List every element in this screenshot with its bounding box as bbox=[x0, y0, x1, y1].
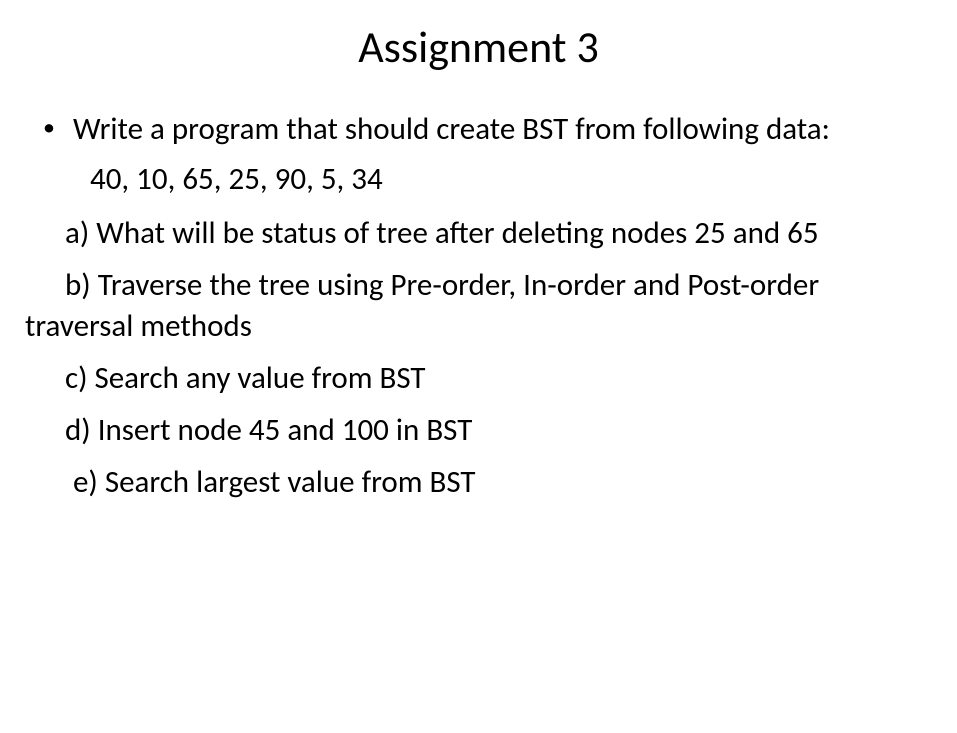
item-a: a) What will be status of tree after del… bbox=[25, 213, 932, 255]
item-b-text: b) Traverse the tree using Pre-order, In… bbox=[25, 265, 932, 349]
slide-content: • Write a program that should create BST… bbox=[25, 109, 932, 504]
item-c: c) Search any value from BST bbox=[65, 358, 932, 400]
main-prompt-text: Write a program that should create BST f… bbox=[73, 109, 932, 151]
item-a-text: a) What will be status of tree after del… bbox=[25, 213, 932, 255]
bullet-marker: • bbox=[43, 109, 55, 147]
data-values-text: 40, 10, 65, 25, 90, 5, 34 bbox=[90, 159, 932, 201]
item-b: b) Traverse the tree using Pre-order, In… bbox=[25, 265, 932, 349]
item-d: d) Insert node 45 and 100 in BST bbox=[65, 410, 932, 452]
bullet-item: • Write a program that should create BST… bbox=[25, 109, 932, 151]
slide-title: Assignment 3 bbox=[25, 20, 932, 74]
item-e: e) Search largest value from BST bbox=[73, 462, 932, 504]
